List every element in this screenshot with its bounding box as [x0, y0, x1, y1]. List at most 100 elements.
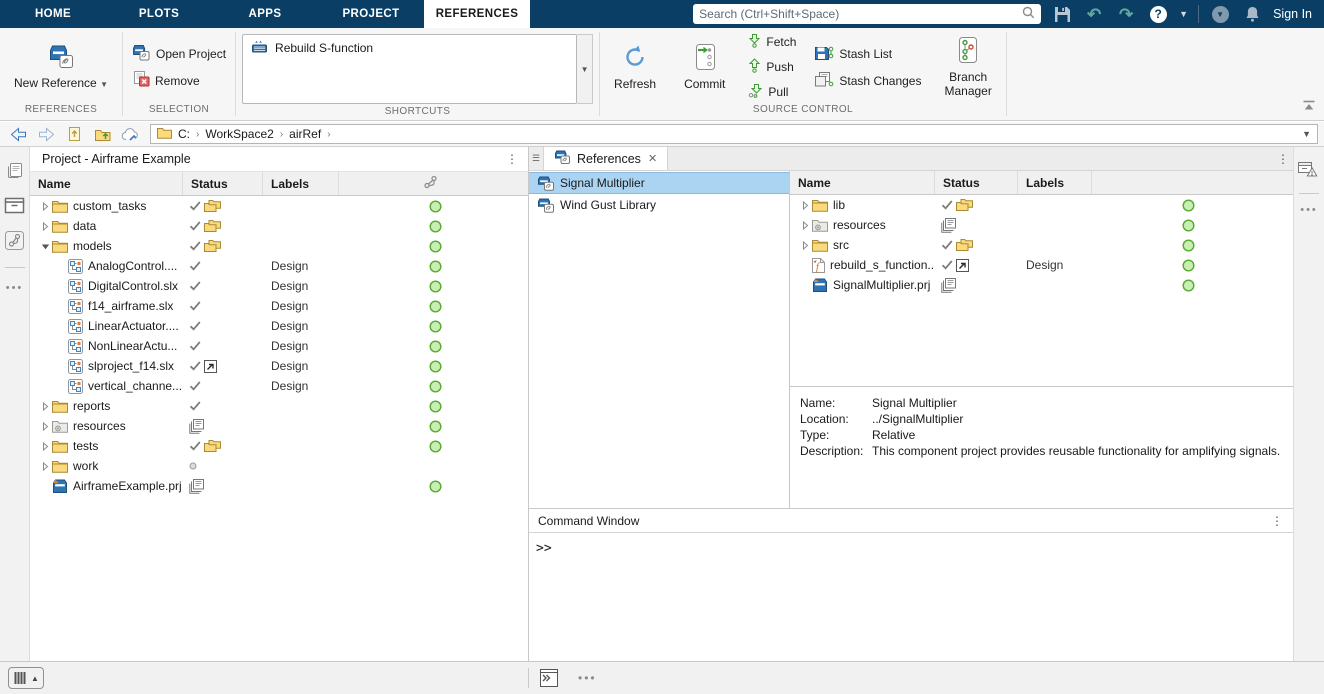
expand-arrow-icon[interactable] [798, 241, 812, 250]
toolstrip-tab-apps[interactable]: APPS [212, 0, 318, 28]
toolstrip-tab-project[interactable]: PROJECT [318, 0, 424, 28]
commit-button[interactable]: Commit [676, 39, 733, 95]
tree-row-lib[interactable]: lib [790, 195, 1293, 215]
push-button[interactable]: Push [745, 57, 799, 77]
tree-row-resources[interactable]: resources [30, 416, 528, 436]
toolstrip-tab-home[interactable]: HOME [0, 0, 106, 28]
expand-arrow-icon[interactable] [798, 201, 812, 210]
green-status-circle-icon [1182, 239, 1195, 252]
collapse-ribbon-icon[interactable] [1302, 100, 1316, 114]
expand-arrow-icon[interactable] [38, 442, 52, 451]
tree-row-reports[interactable]: reports [30, 396, 528, 416]
tree-row-signalmultiplier-prj[interactable]: SignalMultiplier.prj [790, 275, 1293, 295]
cloud-browse-icon[interactable] [118, 124, 142, 144]
collapse-arrow-icon[interactable] [38, 242, 52, 251]
more-panels-icon[interactable]: ••• [1300, 204, 1318, 216]
breadcrumb-dropdown-caret-icon[interactable]: ▼ [1302, 129, 1311, 139]
expand-arrow-icon[interactable] [38, 402, 52, 411]
expand-arrow-icon[interactable] [38, 462, 52, 471]
stash-list-button[interactable]: Stash List [811, 43, 924, 65]
more-panels-icon[interactable]: ••• [6, 282, 24, 294]
column-header-labels[interactable]: Labels [263, 172, 339, 195]
stash-changes-button[interactable]: Stash Changes [811, 70, 924, 92]
tree-row-analogcontrol[interactable]: AnalogControl....Design [30, 256, 528, 276]
undo-icon[interactable]: ↶ [1083, 3, 1105, 25]
statusbar-more-icon[interactable]: ••• [578, 671, 597, 685]
project-checks-icon[interactable] [1297, 159, 1321, 183]
expand-arrow-icon[interactable] [38, 422, 52, 431]
reference-item-signal-multiplier[interactable]: Signal Multiplier [529, 172, 789, 194]
pull-button[interactable]: Pull [745, 82, 799, 102]
save-icon[interactable] [1051, 3, 1073, 25]
forward-icon[interactable] [34, 124, 58, 144]
tree-row-vertical-channe[interactable]: vertical_channe...Design [30, 376, 528, 396]
toolstrip-tab-plots[interactable]: PLOTS [106, 0, 212, 28]
search-input[interactable] [699, 7, 1016, 21]
new-reference-button[interactable]: New Reference ▼ [6, 38, 116, 96]
tree-row-resources[interactable]: resources [790, 215, 1293, 235]
tree-row-rebuild-s-function[interactable]: frebuild_s_function...Design [790, 255, 1293, 275]
project-panel-menu-icon[interactable]: ⋮ [504, 157, 520, 161]
reference-label: Wind Gust Library [560, 198, 656, 212]
redo-icon[interactable]: ↷ [1115, 3, 1137, 25]
branch-panel-icon[interactable] [5, 231, 24, 253]
tree-row-digitalcontrol-slx[interactable]: DigitalControl.slxDesign [30, 276, 528, 296]
green-status-circle-icon [429, 340, 442, 353]
back-icon[interactable] [6, 124, 30, 144]
tree-row-f14-airframe-slx[interactable]: f14_airframe.slxDesign [30, 296, 528, 316]
references-panel-menu-icon[interactable]: ⋮ [1277, 147, 1293, 170]
tree-row-src[interactable]: src [790, 235, 1293, 255]
command-window-menu-icon[interactable]: ⋮ [1269, 519, 1285, 523]
tree-row-custom-tasks[interactable]: custom_tasks [30, 196, 528, 216]
tree-row-linearactuator[interactable]: LinearActuator....Design [30, 316, 528, 336]
tree-row-work[interactable]: work [30, 456, 528, 476]
breadcrumb-segment-workspace2[interactable]: WorkSpace2 [205, 127, 273, 141]
source-control-cell [339, 276, 528, 296]
open-project-button[interactable]: Open Project [129, 43, 229, 65]
tree-row-slproject-f14-slx[interactable]: slproject_f14.slxDesign [30, 356, 528, 376]
command-window-mini-icon[interactable] [539, 668, 559, 688]
remove-button[interactable]: Remove [129, 70, 229, 91]
tree-row-models[interactable]: models [30, 236, 528, 256]
fetch-button[interactable]: Fetch [745, 32, 799, 52]
search-icon[interactable] [1022, 6, 1035, 22]
shortcuts-gallery-dropdown[interactable]: ▼ [577, 34, 593, 104]
breadcrumb-segment-airref[interactable]: airRef [289, 127, 321, 141]
notifications-bell-icon[interactable] [1241, 3, 1263, 25]
files-panel-icon[interactable] [5, 161, 24, 183]
sign-in-button[interactable]: Sign In [1273, 7, 1312, 21]
tree-row-airframeexample-prj[interactable]: AirframeExample.prj [30, 476, 528, 496]
rebuild-s-function-shortcut[interactable]: Rebuild S-function [243, 35, 576, 61]
expand-arrow-icon[interactable] [38, 222, 52, 231]
new-folder-icon[interactable] [90, 124, 114, 144]
column-header-name[interactable]: Name [30, 172, 183, 195]
column-header-status[interactable]: Status [183, 172, 263, 195]
tab-list-menu-icon[interactable]: ☰ [529, 147, 543, 170]
branch-manager-button[interactable]: Branch Manager [936, 32, 999, 102]
command-window-input[interactable]: >> [529, 533, 1293, 661]
tree-row-nonlinearactu[interactable]: NonLinearActu...Design [30, 336, 528, 356]
refresh-button[interactable]: Refresh [606, 39, 664, 95]
project-archive-icon[interactable] [4, 197, 25, 217]
column-header-name[interactable]: Name [790, 171, 935, 194]
reference-item-wind-gust-library[interactable]: Wind Gust Library [529, 194, 789, 216]
column-header-branch[interactable] [339, 172, 528, 195]
help-dropdown-caret-icon[interactable]: ▼ [1179, 9, 1188, 19]
tree-row-data[interactable]: data [30, 216, 528, 236]
account-menu-icon[interactable]: ▼ [1209, 3, 1231, 25]
help-icon[interactable]: ? [1147, 3, 1169, 25]
breadcrumb[interactable]: C:›WorkSpace2›airRef› ▼ [150, 124, 1318, 144]
column-header-status[interactable]: Status [935, 171, 1018, 194]
up-one-level-icon[interactable] [62, 124, 86, 144]
expand-arrow-icon[interactable] [798, 221, 812, 230]
column-header-labels[interactable]: Labels [1018, 171, 1092, 194]
global-search[interactable] [693, 4, 1041, 24]
breadcrumb-segment-c[interactable]: C: [178, 127, 190, 141]
expand-arrow-icon[interactable] [38, 202, 52, 211]
tab-close-icon[interactable]: ✕ [648, 152, 657, 165]
details-panel-toggle-button[interactable]: ▲ [8, 667, 44, 689]
toolstrip-tab-references[interactable]: REFERENCES [424, 0, 530, 28]
tab-references[interactable]: References ✕ [543, 147, 668, 170]
remove-label: Remove [155, 74, 200, 88]
tree-row-tests[interactable]: tests [30, 436, 528, 456]
